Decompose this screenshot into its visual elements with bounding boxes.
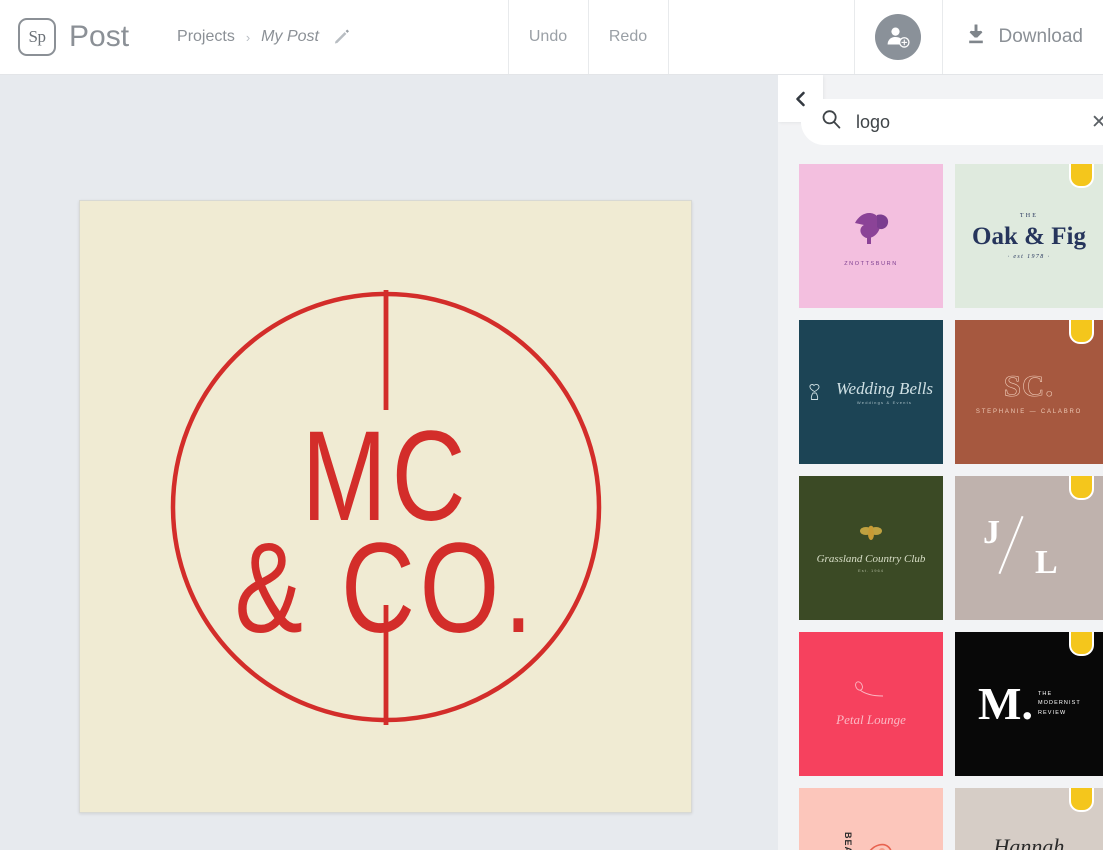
bee-icon — [860, 525, 882, 540]
redo-button[interactable]: Redo — [587, 0, 668, 74]
beauty-mark — [869, 843, 892, 850]
template-caption: STEPHANIE — CALABRO — [975, 408, 1083, 415]
premium-badge-icon — [1069, 164, 1094, 188]
header-empty-slot — [667, 0, 854, 74]
template-title: Grassland Country Club — [816, 552, 926, 565]
petal-mark — [855, 681, 884, 697]
mc-and-co-logo-artwork: MC & CO. — [170, 289, 601, 725]
redo-label: Redo — [608, 28, 648, 45]
download-button[interactable]: Download — [941, 0, 1103, 74]
template-title: Oak & Fig — [972, 222, 1086, 250]
spark-post-logo[interactable]: Sp — [18, 18, 56, 56]
download-arrow-icon — [965, 23, 987, 52]
template-letter-left: J — [983, 514, 1000, 551]
template-search-panel: ✕ ZNOTTSBURN THE O — [778, 75, 1103, 850]
design-canvas[interactable]: MC & CO. — [79, 200, 692, 813]
search-box[interactable]: ✕ — [801, 99, 1103, 145]
template-results-grid: ZNOTTSBURN THE Oak & Fig · est 1978 · We… — [799, 164, 1103, 850]
template-letter-right: L — [1035, 544, 1058, 581]
template-card[interactable]: ZNOTTSBURN — [799, 164, 943, 308]
pencil-icon[interactable] — [333, 28, 351, 46]
add-collaborator-icon — [887, 27, 910, 48]
template-caption: ZNOTTSBURN — [844, 261, 898, 267]
search-icon — [821, 109, 842, 135]
brand-area: Sp Post — [0, 0, 139, 74]
app-header: Sp Post Projects › My Post Undo Redo Dow… — [0, 0, 1103, 75]
template-title: M. — [978, 678, 1033, 730]
template-eyebrow: THE — [1019, 212, 1039, 219]
template-card[interactable]: Grassland Country Club Est. 1964 — [799, 476, 943, 620]
breadcrumb-separator: › — [245, 29, 251, 45]
template-card[interactable]: Hannah — [955, 788, 1103, 850]
clear-search-button[interactable]: ✕ — [1088, 111, 1103, 133]
template-caption: Weddings & Events — [856, 399, 913, 405]
undo-button[interactable]: Undo — [507, 0, 588, 74]
spark-post-editor: Sp Post Projects › My Post Undo Redo Dow… — [0, 0, 1103, 850]
avatar[interactable] — [875, 14, 921, 60]
template-caption: THE MODERNIST REVIEW — [1037, 690, 1081, 716]
breadcrumb-projects-link[interactable]: Projects — [177, 28, 235, 46]
template-card[interactable]: M. THE MODERNIST REVIEW — [955, 632, 1103, 776]
invite-collaborator-button[interactable] — [853, 0, 942, 74]
search-row: ✕ — [801, 99, 1103, 145]
svg-text:& CO.: & CO. — [234, 516, 537, 660]
template-card[interactable]: J L — [955, 476, 1103, 620]
template-card[interactable]: Petal Lounge — [799, 632, 943, 776]
monogram-slash — [998, 515, 1024, 575]
bells-heart-icon — [809, 383, 820, 400]
search-input[interactable] — [856, 111, 1088, 133]
template-caption: Est. 1964 — [858, 567, 884, 573]
app-title: Post — [69, 20, 130, 53]
template-card[interactable]: SC. STEPHANIE — CALABRO — [955, 320, 1103, 464]
premium-badge-icon — [1069, 632, 1094, 656]
breadcrumb: Projects › My Post — [177, 0, 351, 74]
breadcrumb-current-project[interactable]: My Post — [261, 28, 319, 46]
template-card[interactable]: THE Oak & Fig · est 1978 · — [955, 164, 1103, 308]
pink-figure-mark — [855, 213, 889, 244]
template-title: Hannah — [993, 834, 1065, 850]
template-title: Petal Lounge — [836, 712, 906, 727]
template-card[interactable]: Wedding Bells Weddings & Events — [799, 320, 943, 464]
template-title: SC. — [1003, 367, 1055, 403]
header-spacer — [351, 0, 508, 74]
template-card[interactable]: BEAUTY — [799, 788, 943, 850]
download-label: Download — [998, 26, 1084, 47]
template-caption: · est 1978 · — [1007, 253, 1051, 260]
premium-badge-icon — [1069, 788, 1094, 812]
template-title: Wedding Bells — [835, 378, 934, 398]
undo-label: Undo — [528, 28, 568, 45]
template-caption: BEAUTY — [843, 832, 853, 850]
premium-badge-icon — [1069, 320, 1094, 344]
editor-workspace[interactable]: MC & CO. — [0, 75, 778, 850]
